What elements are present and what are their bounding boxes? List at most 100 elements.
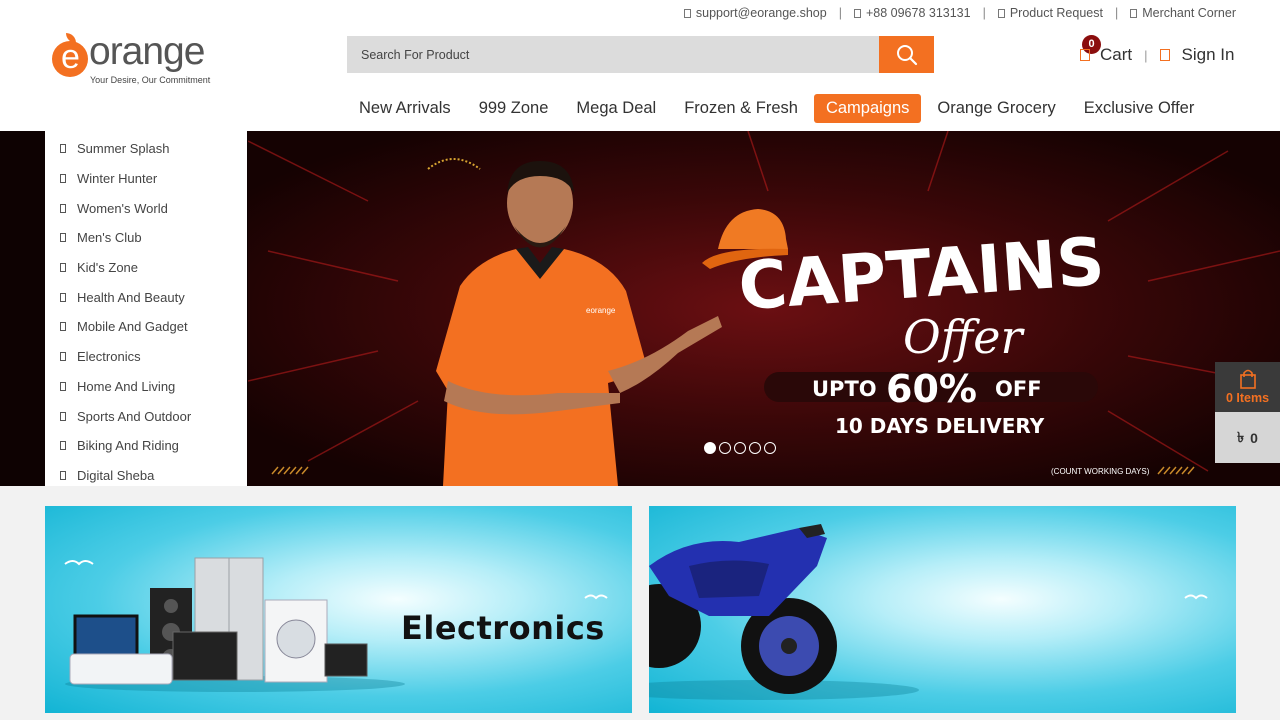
slider-dots: [704, 442, 776, 454]
category-item[interactable]: Digital Sheba: [45, 461, 247, 491]
search-button[interactable]: [879, 36, 934, 73]
promo-banner-electronics[interactable]: Electronics: [45, 506, 632, 713]
topbar-separator: |: [838, 6, 842, 20]
header-separator: |: [1144, 47, 1148, 63]
support-email-text: support@eorange.shop: [695, 6, 827, 20]
shirt-logo: eorange: [586, 306, 616, 315]
category-sidebar: Summer Splash Winter Hunter Women's Worl…: [45, 131, 247, 486]
product-request-icon: [997, 8, 1005, 18]
category-icon: [60, 174, 66, 184]
category-label: Biking And Riding: [77, 438, 179, 454]
offer-prefix: UPTO: [812, 377, 877, 401]
main-nav: New Arrivals 999 Zone Mega Deal Frozen &…: [347, 94, 1210, 123]
nav-campaigns[interactable]: Campaigns: [813, 94, 922, 123]
floating-cart-items[interactable]: 0 Items: [1215, 362, 1280, 412]
stripe-decor-left: [271, 466, 309, 475]
offer-suffix: OFF: [995, 377, 1042, 401]
category-icon: [60, 233, 66, 243]
eorange-logo[interactable]: e orange Your Desire, Our Commitment: [52, 30, 222, 86]
logo-e-letter: e: [61, 38, 80, 76]
monitor: [172, 631, 238, 681]
top-bar: support@eorange.shop | +88 09678 313131 …: [683, 6, 1236, 20]
floating-cart-total: ৳ 0: [1215, 412, 1280, 463]
support-email-link[interactable]: support@eorange.shop: [683, 6, 827, 20]
slider-dot[interactable]: [704, 442, 716, 454]
search-icon: [896, 44, 917, 65]
nav-orange-grocery[interactable]: Orange Grocery: [925, 94, 1067, 123]
category-item[interactable]: Women's World: [45, 193, 247, 223]
category-label: Home And Living: [77, 378, 176, 394]
category-icon: [60, 470, 66, 480]
category-item[interactable]: Biking And Riding: [45, 431, 247, 461]
stripe-decor-right: [1157, 466, 1195, 475]
small-tv: [324, 643, 368, 677]
product-request-link[interactable]: Product Request: [997, 6, 1103, 20]
cart-icon[interactable]: [1080, 49, 1090, 61]
promo-banner-bikes[interactable]: [649, 506, 1236, 713]
slider-dot[interactable]: [719, 442, 731, 454]
model-shirt: [436, 249, 648, 486]
category-icon: [60, 411, 66, 421]
search-input[interactable]: [347, 36, 879, 73]
floating-cart-amount: 0: [1250, 429, 1258, 446]
floating-cart-count: 0 Items: [1225, 391, 1270, 405]
hero-banner-slider[interactable]: eorange CAPTAINS Offer UPTO 60% OFF 10 D…: [248, 131, 1280, 486]
category-label: Sports And Outdoor: [77, 408, 192, 424]
category-item[interactable]: Electronics: [45, 342, 247, 372]
nav-exclusive-offer[interactable]: Exclusive Offer: [1072, 94, 1207, 123]
logo-brand-text: orange: [89, 30, 205, 73]
merchant-corner-link[interactable]: Merchant Corner: [1130, 6, 1236, 20]
merchant-corner-text: Merchant Corner: [1142, 6, 1236, 20]
air-conditioner: [69, 653, 173, 685]
category-item[interactable]: Mobile And Gadget: [45, 312, 247, 342]
merchant-icon: [1130, 8, 1138, 18]
header-actions: Cart | Sign In: [1080, 45, 1234, 65]
category-icon: [60, 144, 66, 154]
category-icon: [60, 352, 66, 362]
sign-in-label: Sign In: [1181, 45, 1235, 64]
category-label: Women's World: [77, 200, 168, 216]
phone-link[interactable]: +88 09678 313131: [853, 6, 971, 20]
product-request-text: Product Request: [1009, 6, 1103, 20]
banner-artwork: eorange CAPTAINS Offer UPTO 60% OFF 10 D…: [248, 131, 1280, 486]
topbar-separator: |: [982, 6, 986, 20]
promo-title-electronics: Electronics: [401, 609, 605, 647]
category-item[interactable]: Summer Splash: [45, 134, 247, 164]
phone-text: +88 09678 313131: [865, 6, 971, 20]
category-item[interactable]: Kid's Zone: [45, 253, 247, 283]
offer-value: 60%: [886, 367, 977, 411]
nav-frozen-fresh[interactable]: Frozen & Fresh: [672, 94, 810, 123]
delivery-text: 10 DAYS DELIVERY: [835, 414, 1045, 438]
cap-icon: [718, 209, 788, 249]
category-icon: [60, 322, 66, 332]
category-item[interactable]: Winter Hunter: [45, 164, 247, 194]
slider-dot[interactable]: [764, 442, 776, 454]
category-item[interactable]: Home And Living: [45, 372, 247, 402]
category-item[interactable]: Men's Club: [45, 223, 247, 253]
logo-wordmark: e orange: [52, 30, 205, 77]
category-icon: [60, 292, 66, 302]
category-label: Winter Hunter: [77, 171, 158, 187]
category-label: Summer Splash: [77, 141, 170, 157]
category-label: Digital Sheba: [77, 467, 155, 483]
logo-e-mark: e: [52, 33, 88, 77]
category-label: Health And Beauty: [77, 289, 185, 305]
category-item[interactable]: Sports And Outdoor: [45, 401, 247, 431]
user-icon: [1159, 49, 1170, 61]
slider-dot[interactable]: [734, 442, 746, 454]
nav-new-arrivals[interactable]: New Arrivals: [347, 94, 463, 123]
search-bar: [347, 36, 934, 73]
category-icon: [60, 203, 66, 213]
cart-link[interactable]: Cart: [1100, 45, 1132, 65]
nav-999-zone[interactable]: 999 Zone: [467, 94, 561, 123]
category-label: Men's Club: [77, 230, 142, 246]
banner-script: Offer: [903, 310, 1026, 364]
sign-in-link[interactable]: Sign In: [1159, 45, 1235, 65]
category-item[interactable]: Health And Beauty: [45, 282, 247, 312]
tv: [73, 614, 139, 658]
floating-cart-widget[interactable]: 0 Items ৳ 0: [1215, 362, 1280, 463]
site-header: support@eorange.shop | +88 09678 313131 …: [0, 0, 1280, 131]
email-icon: [683, 8, 691, 18]
slider-dot[interactable]: [749, 442, 761, 454]
nav-mega-deal[interactable]: Mega Deal: [564, 94, 668, 123]
